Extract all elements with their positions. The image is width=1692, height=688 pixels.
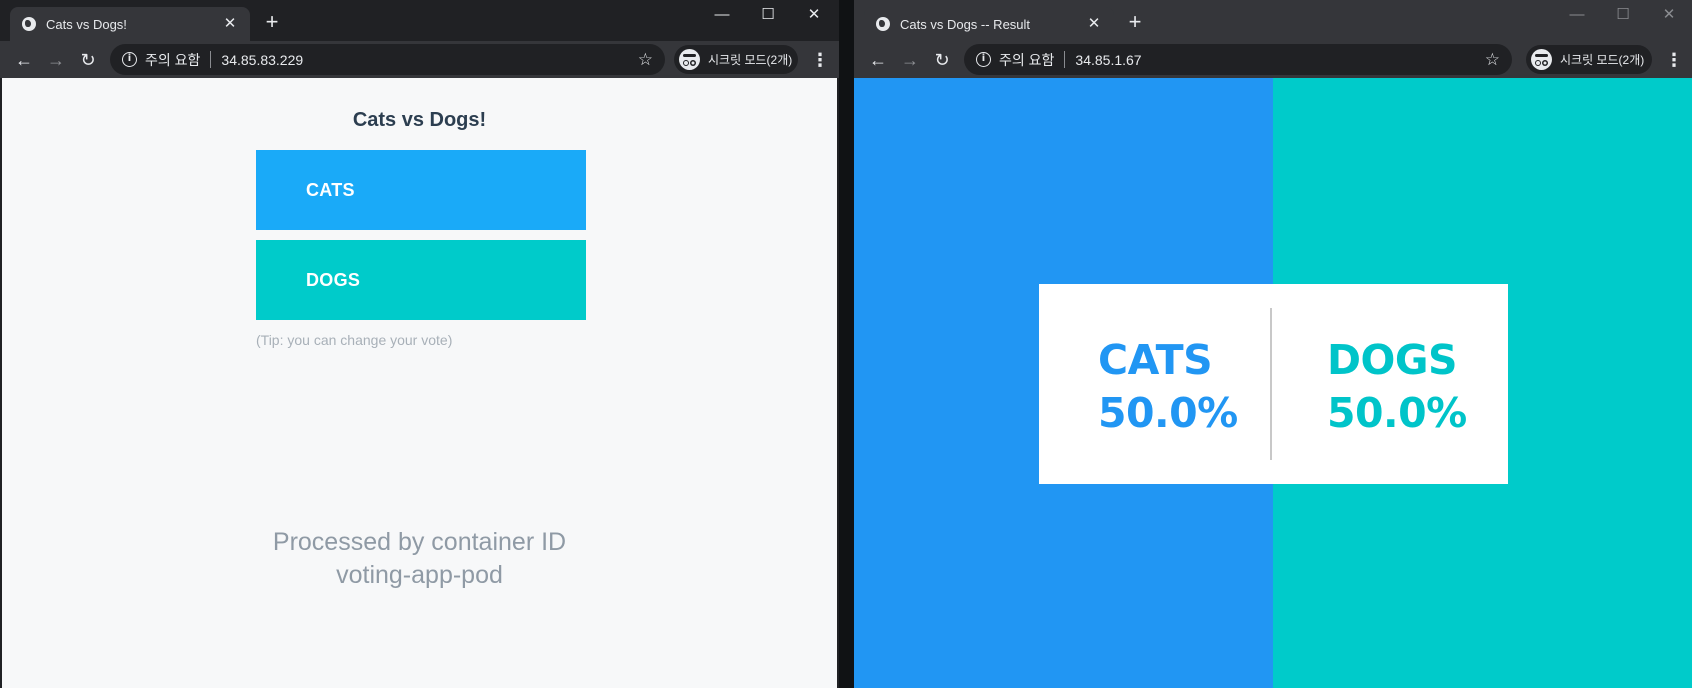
voting-page: Cats vs Dogs! CATS DOGS (Tip: you can ch… xyxy=(2,78,837,688)
bookmark-star-icon[interactable]: ☆ xyxy=(1485,50,1500,70)
container-id: voting-app-pod xyxy=(336,561,503,589)
url-text[interactable]: 34.85.83.229 xyxy=(221,52,637,68)
incognito-label: 시크릿 모드(2개) xyxy=(708,53,793,67)
cats-percent: 50.0% xyxy=(1098,389,1238,437)
browser-toolbar: ← → ↻ i 주의 요함 34.85.83.229 ☆ 시크릿 모드(2개) … xyxy=(0,41,839,78)
close-tab-icon[interactable]: ✕ xyxy=(222,16,238,32)
incognito-icon xyxy=(1531,49,1552,70)
dogs-label: DOGS xyxy=(1327,336,1458,384)
vote-dogs-button[interactable]: DOGS xyxy=(256,240,586,320)
browser-tab-voting[interactable]: Cats vs Dogs! ✕ xyxy=(10,7,250,41)
cats-result: CATS 50.0% xyxy=(1098,334,1238,440)
dogs-percent: 50.0% xyxy=(1327,389,1467,437)
forward-button[interactable]: → xyxy=(898,48,922,72)
minimize-button[interactable]: — xyxy=(1559,3,1595,27)
back-button[interactable]: ← xyxy=(12,48,36,72)
bookmark-star-icon[interactable]: ☆ xyxy=(638,50,653,70)
result-browser-window: Cats vs Dogs -- Result ✕ + — ☐ ✕ ← → ↻ i… xyxy=(854,0,1692,688)
browser-tab-result[interactable]: Cats vs Dogs -- Result ✕ xyxy=(864,7,1114,41)
tab-title: Cats vs Dogs! xyxy=(46,16,127,32)
security-status[interactable]: 주의 요함 xyxy=(145,50,200,70)
new-tab-button[interactable]: + xyxy=(261,11,283,33)
dogs-result: DOGS 50.0% xyxy=(1327,334,1467,440)
reload-button[interactable]: ↻ xyxy=(930,48,954,72)
processed-label: Processed by container ID xyxy=(272,528,567,556)
globe-icon xyxy=(876,17,890,31)
result-card: CATS 50.0% DOGS 50.0% xyxy=(1039,284,1508,484)
info-icon[interactable]: i xyxy=(122,52,137,67)
address-bar[interactable]: i 주의 요함 34.85.1.67 ☆ xyxy=(964,44,1512,75)
title-bar: Cats vs Dogs -- Result ✕ + — ☐ ✕ xyxy=(854,0,1692,41)
result-page: CATS 50.0% DOGS 50.0% xyxy=(854,78,1692,688)
window-gap xyxy=(839,0,854,688)
title-bar: Cats vs Dogs! ✕ + — ☐ ✕ xyxy=(0,0,839,41)
maximize-button[interactable]: ☐ xyxy=(750,3,786,27)
close-tab-icon[interactable]: ✕ xyxy=(1086,16,1102,32)
reload-button[interactable]: ↻ xyxy=(76,48,100,72)
forward-button[interactable]: → xyxy=(44,48,68,72)
url-text[interactable]: 34.85.1.67 xyxy=(1075,52,1484,68)
new-tab-button[interactable]: + xyxy=(1124,11,1146,33)
page-title: Cats vs Dogs! xyxy=(352,109,487,131)
browser-toolbar: ← → ↻ i 주의 요함 34.85.1.67 ☆ 시크릿 모드(2개) ⋮ xyxy=(854,41,1692,78)
close-window-button[interactable]: ✕ xyxy=(1651,3,1687,27)
incognito-badge[interactable]: 시크릿 모드(2개) xyxy=(674,45,798,74)
address-bar[interactable]: i 주의 요함 34.85.83.229 ☆ xyxy=(110,44,665,75)
container-id-text: Processed by container ID voting-app-pod xyxy=(2,526,837,592)
security-status[interactable]: 주의 요함 xyxy=(999,50,1054,70)
incognito-badge[interactable]: 시크릿 모드(2개) xyxy=(1526,45,1652,74)
vote-tip: (Tip: you can change your vote) xyxy=(256,332,453,348)
cats-label: CATS xyxy=(1098,336,1213,384)
incognito-label: 시크릿 모드(2개) xyxy=(1560,53,1645,67)
back-button[interactable]: ← xyxy=(866,48,890,72)
tab-title: Cats vs Dogs -- Result xyxy=(900,16,1031,32)
result-divider xyxy=(1270,308,1272,460)
voting-browser-window: Cats vs Dogs! ✕ + — ☐ ✕ ← → ↻ i 주의 요함 34… xyxy=(0,0,839,688)
maximize-button[interactable]: ☐ xyxy=(1605,3,1641,27)
address-divider xyxy=(1064,51,1066,68)
close-window-button[interactable]: ✕ xyxy=(796,3,832,27)
vote-cats-button[interactable]: CATS xyxy=(256,150,586,230)
menu-icon[interactable]: ⋮ xyxy=(1665,49,1683,71)
address-divider xyxy=(210,51,212,68)
menu-icon[interactable]: ⋮ xyxy=(811,49,829,71)
info-icon[interactable]: i xyxy=(976,52,991,67)
globe-icon xyxy=(22,17,36,31)
minimize-button[interactable]: — xyxy=(704,3,740,27)
incognito-icon xyxy=(679,49,700,70)
